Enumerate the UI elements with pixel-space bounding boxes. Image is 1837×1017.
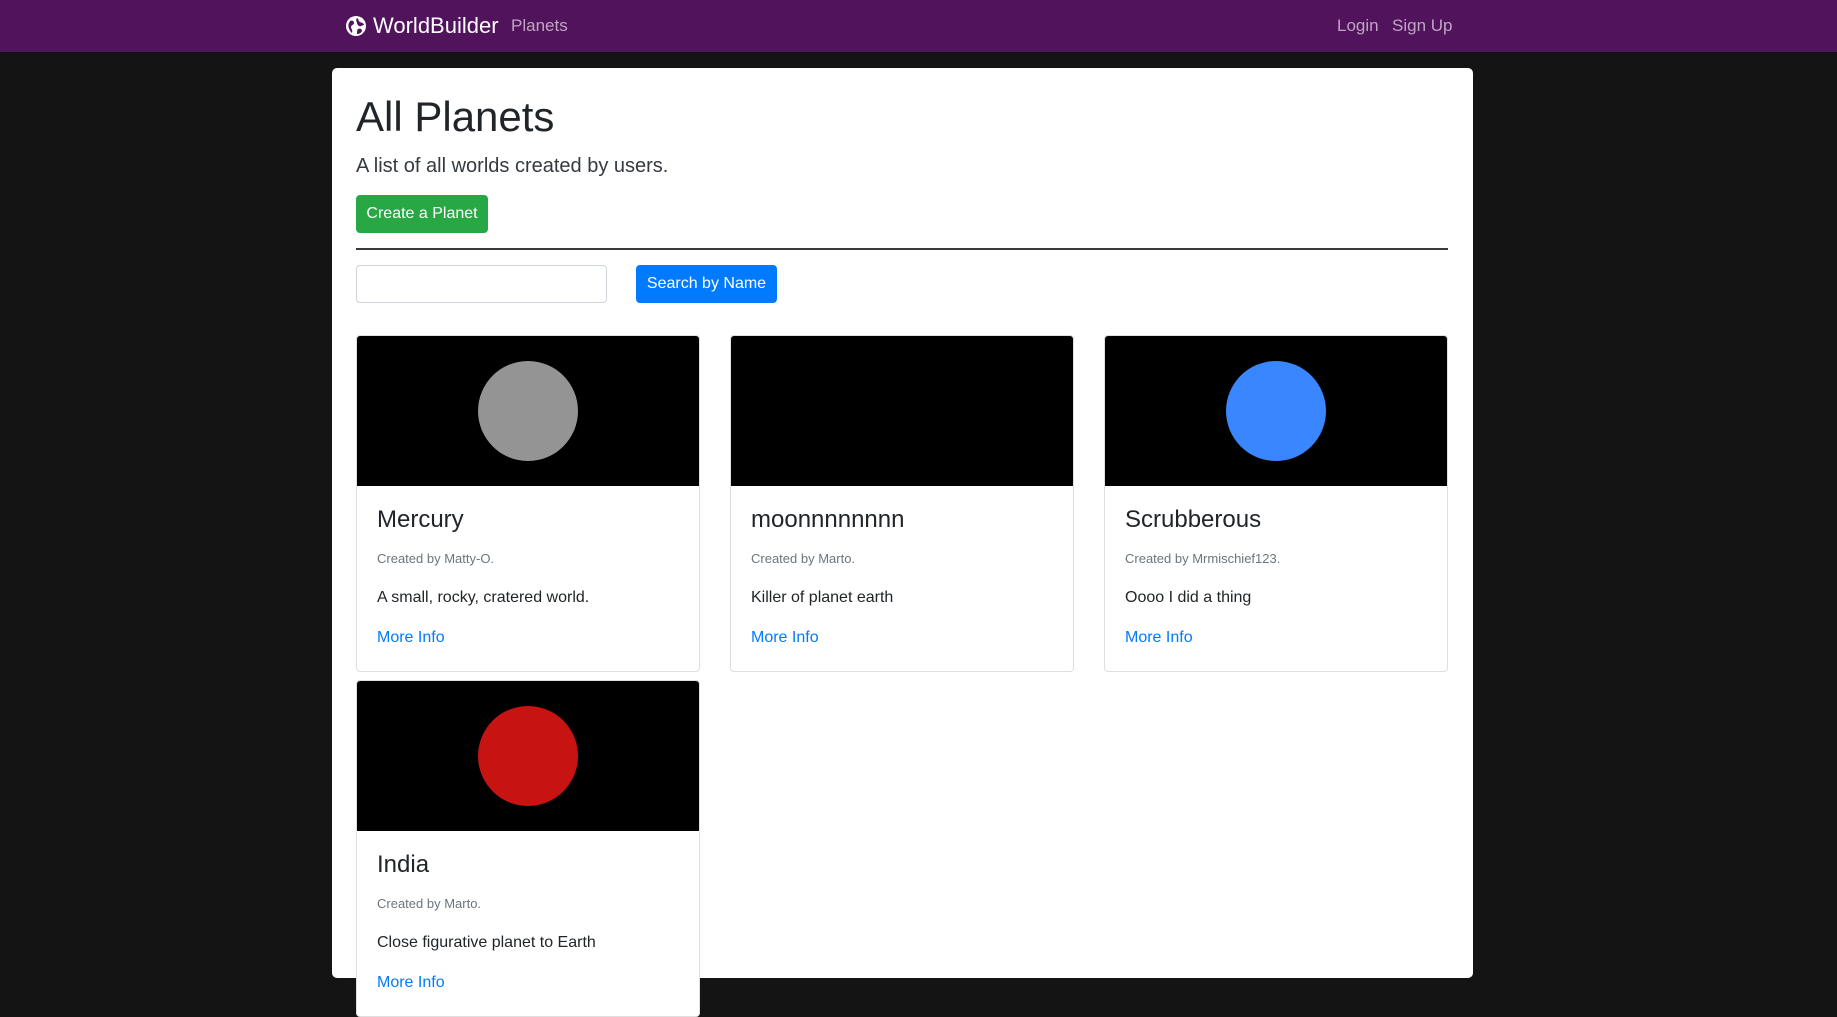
planet-card: India Created by Marto. Close figurative… bbox=[356, 680, 700, 1017]
planet-circle bbox=[1226, 361, 1326, 461]
nav-link-planets[interactable]: Planets bbox=[511, 15, 568, 37]
page-subtitle: A list of all worlds created by users. bbox=[356, 155, 669, 177]
planet-image bbox=[731, 336, 1073, 486]
brand-name: WorldBuilder bbox=[373, 13, 499, 38]
planet-author: Created by Marto. bbox=[751, 550, 856, 566]
planet-name: moonnnnnnnn bbox=[751, 506, 905, 533]
planet-circle bbox=[478, 706, 578, 806]
create-planet-button[interactable]: Create a Planet bbox=[356, 195, 488, 233]
more-info-link[interactable]: More Info bbox=[377, 973, 445, 992]
planet-description: Killer of planet earth bbox=[751, 589, 894, 607]
search-by-name-button[interactable]: Search by Name bbox=[636, 265, 777, 303]
planet-name: Mercury bbox=[377, 506, 464, 533]
navbar: WorldBuilder Planets Login Sign Up bbox=[0, 0, 1837, 52]
search-input[interactable] bbox=[356, 265, 607, 303]
nav-link-login[interactable]: Login bbox=[1337, 15, 1379, 37]
planet-card: moonnnnnnnn Created by Marto. Killer of … bbox=[730, 335, 1074, 672]
more-info-link[interactable]: More Info bbox=[377, 628, 445, 647]
planet-author: Created by Mrmischief123. bbox=[1125, 550, 1281, 566]
divider bbox=[356, 248, 1448, 250]
card-body: Mercury Created by Matty-O. A small, roc… bbox=[357, 486, 699, 667]
page-title: All Planets bbox=[356, 93, 555, 140]
planet-description: Oooo I did a thing bbox=[1125, 589, 1252, 607]
planet-image bbox=[357, 681, 699, 831]
planet-image bbox=[1105, 336, 1447, 486]
card-body: moonnnnnnnn Created by Marto. Killer of … bbox=[731, 486, 1073, 667]
planet-circle bbox=[478, 361, 578, 461]
card-body: Scrubberous Created by Mrmischief123. Oo… bbox=[1105, 486, 1447, 667]
brand-link[interactable]: WorldBuilder bbox=[345, 12, 499, 40]
planet-author: Created by Matty-O. bbox=[377, 550, 495, 566]
globe-icon bbox=[345, 15, 367, 37]
planet-image bbox=[357, 336, 699, 486]
more-info-link[interactable]: More Info bbox=[1125, 628, 1193, 647]
planet-description: A small, rocky, cratered world. bbox=[377, 589, 590, 607]
planet-description: Close figurative planet to Earth bbox=[377, 934, 596, 952]
planet-name: India bbox=[377, 851, 430, 878]
more-info-link[interactable]: More Info bbox=[751, 628, 819, 647]
planet-author: Created by Marto. bbox=[377, 895, 482, 911]
planet-circle bbox=[852, 361, 952, 461]
planet-name: Scrubberous bbox=[1125, 506, 1262, 533]
nav-link-signup[interactable]: Sign Up bbox=[1392, 15, 1452, 37]
card-body: India Created by Marto. Close figurative… bbox=[357, 831, 699, 1012]
main-container: All Planets A list of all worlds created… bbox=[332, 68, 1473, 1017]
planet-card: Scrubberous Created by Mrmischief123. Oo… bbox=[1104, 335, 1448, 672]
planet-card: Mercury Created by Matty-O. A small, roc… bbox=[356, 335, 700, 672]
